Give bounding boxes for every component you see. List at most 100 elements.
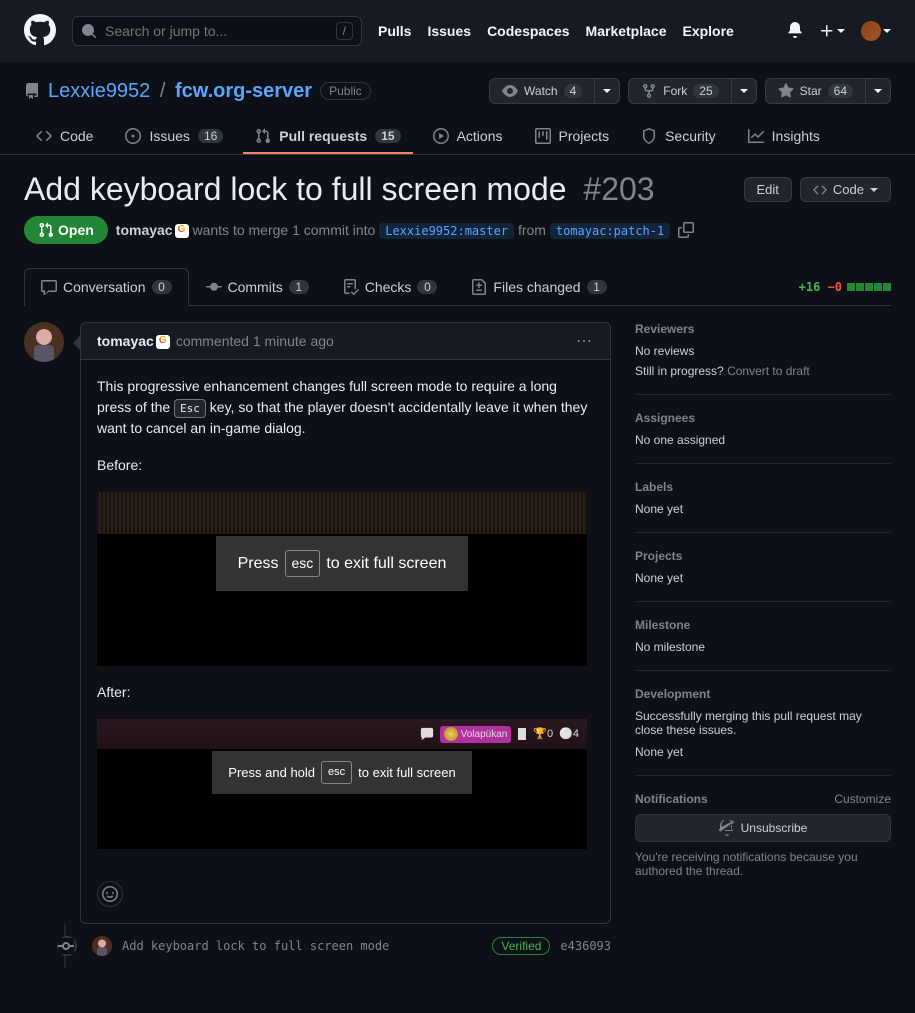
comment-icon xyxy=(41,279,57,295)
assignees-section: Assignees No one assigned xyxy=(635,411,891,464)
milestone-section: Milestone No milestone xyxy=(635,618,891,671)
google-badge-icon xyxy=(156,335,170,349)
subtab-commits[interactable]: Commits1 xyxy=(189,268,326,306)
nav-codespaces[interactable]: Codespaces xyxy=(487,23,569,39)
tab-security[interactable]: Security xyxy=(629,120,728,154)
convert-draft-link[interactable]: Convert to draft xyxy=(727,364,810,378)
watch-count: 4 xyxy=(564,84,583,98)
deletions: −0 xyxy=(828,280,842,294)
unsubscribe-button[interactable]: Unsubscribe xyxy=(635,814,891,842)
file-diff-icon xyxy=(471,279,487,295)
after-label: After: xyxy=(97,682,594,703)
subtab-files[interactable]: Files changed1 xyxy=(454,268,623,306)
watch-button[interactable]: Watch 4 xyxy=(489,78,595,104)
nav-explore[interactable]: Explore xyxy=(682,23,733,39)
subtab-checks[interactable]: Checks0 xyxy=(326,268,455,306)
customize-link[interactable]: Customize xyxy=(834,792,891,806)
labels-section: Labels None yet xyxy=(635,480,891,533)
tab-code[interactable]: Code xyxy=(24,120,105,154)
milestone-value: No milestone xyxy=(635,640,891,654)
commit-message[interactable]: Add keyboard lock to full screen mode xyxy=(122,939,482,953)
comment-box: tomayac commented 1 minute ago ⋯ This pr… xyxy=(80,322,611,924)
pr-author[interactable]: tomayac xyxy=(116,222,189,238)
pr-header: Add keyboard lock to full screen mode #2… xyxy=(0,155,915,268)
after-screenshot[interactable]: Volapükan 🏆0 ⚪4 Press and hold esc to ex… xyxy=(97,719,587,849)
pr-icon xyxy=(255,128,271,144)
code-menu-button[interactable]: Code xyxy=(800,177,891,202)
base-branch[interactable]: Lexxie9952:master xyxy=(379,223,514,239)
commit-icon xyxy=(206,279,222,295)
commit-icon xyxy=(58,938,74,954)
repo-header: Lexxie9952 / fcw.org-server Public Watch… xyxy=(0,62,915,104)
projects-section: Projects None yet xyxy=(635,549,891,602)
add-reaction-button[interactable] xyxy=(97,881,123,907)
search-box[interactable]: / xyxy=(72,16,362,46)
copy-icon[interactable] xyxy=(678,222,694,238)
tab-actions[interactable]: Actions xyxy=(421,120,515,154)
pr-number: #203 xyxy=(583,171,654,207)
code-icon xyxy=(36,128,52,144)
user-menu[interactable] xyxy=(861,21,891,41)
fork-count: 25 xyxy=(693,84,718,98)
nav-issues[interactable]: Issues xyxy=(427,23,471,39)
commit-author-avatar[interactable] xyxy=(92,936,112,956)
star-button[interactable]: Star 64 xyxy=(765,78,866,104)
edit-button[interactable]: Edit xyxy=(744,177,792,202)
tab-issues[interactable]: Issues16 xyxy=(113,120,235,154)
checklist-icon xyxy=(343,279,359,295)
notifications-icon[interactable] xyxy=(787,22,803,41)
projects-title[interactable]: Projects xyxy=(635,549,891,563)
nav-pulls[interactable]: Pulls xyxy=(378,23,411,39)
watch-caret[interactable] xyxy=(595,78,620,104)
search-icon xyxy=(81,23,97,39)
tab-insights[interactable]: Insights xyxy=(736,120,832,154)
search-input[interactable] xyxy=(105,23,336,39)
fork-button[interactable]: Fork 25 xyxy=(628,78,731,104)
star-caret[interactable] xyxy=(866,78,891,104)
eye-icon xyxy=(502,83,518,99)
fork-caret[interactable] xyxy=(732,78,757,104)
tab-projects[interactable]: Projects xyxy=(523,120,622,154)
top-nav-right xyxy=(787,21,891,41)
comment-author-avatar[interactable] xyxy=(24,322,64,362)
repo-owner-link[interactable]: Lexxie9952 xyxy=(48,80,150,102)
labels-title[interactable]: Labels xyxy=(635,480,891,494)
head-branch[interactable]: tomayac:patch-1 xyxy=(550,223,670,239)
star-count: 64 xyxy=(828,84,853,98)
diffstat: +16 −0 xyxy=(799,280,891,294)
repo-name-link[interactable]: fcw.org-server xyxy=(175,80,312,102)
reviewers-title[interactable]: Reviewers xyxy=(635,322,891,336)
repo-actions: Watch 4 Fork 25 Star 64 xyxy=(489,78,891,104)
project-icon xyxy=(535,128,551,144)
reviewers-section: Reviewers No reviews Still in progress? … xyxy=(635,322,891,395)
commit-sha[interactable]: e436093 xyxy=(560,939,611,953)
bell-slash-icon xyxy=(719,820,735,836)
milestone-title[interactable]: Milestone xyxy=(635,618,891,632)
before-screenshot[interactable]: Press esc to exit full screen xyxy=(97,492,587,666)
graph-icon xyxy=(748,128,764,144)
labels-value: None yet xyxy=(635,502,891,516)
star-icon xyxy=(778,83,794,99)
issue-icon xyxy=(125,128,141,144)
kebab-menu[interactable]: ⋯ xyxy=(576,331,594,351)
subtab-conversation[interactable]: Conversation0 xyxy=(24,268,189,306)
notifications-title: Notifications xyxy=(635,792,708,806)
assignees-title[interactable]: Assignees xyxy=(635,411,891,425)
top-nav: / Pulls Issues Codespaces Marketplace Ex… xyxy=(0,0,915,62)
pr-title: Add keyboard lock to full screen mode #2… xyxy=(24,171,655,208)
add-menu[interactable] xyxy=(819,23,845,39)
verified-badge[interactable]: Verified xyxy=(492,937,550,955)
development-title[interactable]: Development xyxy=(635,687,891,701)
development-section: Development Successfully merging this pu… xyxy=(635,687,891,776)
nav-marketplace[interactable]: Marketplace xyxy=(586,23,667,39)
tab-pulls[interactable]: Pull requests15 xyxy=(243,120,412,154)
projects-value: None yet xyxy=(635,571,891,585)
comment-header: tomayac commented 1 minute ago ⋯ xyxy=(81,323,610,360)
comment-author[interactable]: tomayac xyxy=(97,333,170,349)
shield-icon xyxy=(641,128,657,144)
player-badge: Volapükan xyxy=(440,726,512,743)
play-icon xyxy=(433,128,449,144)
github-logo[interactable] xyxy=(24,14,56,49)
comment-time[interactable]: 1 minute ago xyxy=(253,333,334,349)
exit-hint-before: Press esc to exit full screen xyxy=(216,536,469,591)
